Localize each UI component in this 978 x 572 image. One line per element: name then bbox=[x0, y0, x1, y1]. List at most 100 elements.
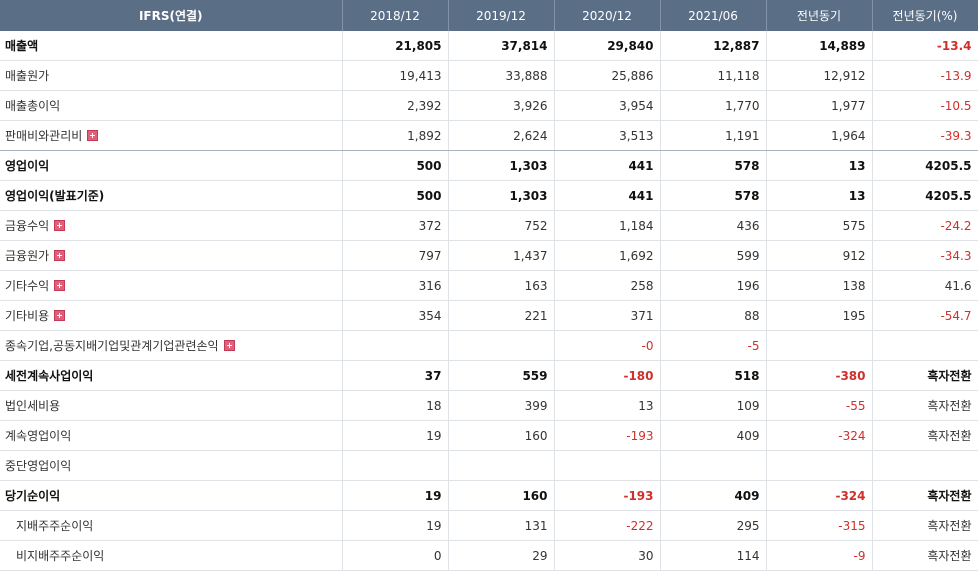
expand-plus-icon[interactable] bbox=[223, 340, 235, 351]
value-cell: 409 bbox=[660, 420, 767, 451]
row-label: 매출총이익 bbox=[5, 99, 61, 113]
value-cell: -193 bbox=[554, 480, 661, 511]
value-cell: 599 bbox=[660, 240, 767, 271]
value-cell: 575 bbox=[766, 210, 873, 241]
expand-plus-icon[interactable] bbox=[54, 280, 66, 291]
value-cell: 441 bbox=[554, 180, 661, 211]
expand-plus-icon[interactable] bbox=[54, 250, 66, 261]
value-cell: 1,892 bbox=[342, 120, 449, 151]
value-cell: -315 bbox=[766, 510, 873, 541]
value-cell: -9 bbox=[766, 540, 873, 571]
value-cell: 371 bbox=[554, 300, 661, 331]
value-cell: -24.2 bbox=[872, 210, 978, 241]
value-cell: -0 bbox=[554, 330, 661, 361]
value-cell: 912 bbox=[766, 240, 873, 271]
value-cell: 19 bbox=[342, 510, 449, 541]
value-cell: 258 bbox=[554, 270, 661, 301]
value-cell: 41.6 bbox=[872, 270, 978, 301]
value-cell: 1,964 bbox=[766, 120, 873, 151]
value-cell: 25,886 bbox=[554, 60, 661, 91]
value-cell: 12,887 bbox=[660, 31, 767, 61]
value-cell bbox=[554, 450, 661, 481]
value-cell: 1,303 bbox=[448, 180, 555, 211]
row-label: 기타수익 bbox=[5, 279, 50, 293]
value-cell: 19,413 bbox=[342, 60, 449, 91]
table-row: 법인세비용 18 399 13 109 -55 흑자전환 bbox=[0, 390, 978, 421]
value-cell: 196 bbox=[660, 270, 767, 301]
row-label-cell: 금융원가 bbox=[0, 240, 343, 271]
row-label-cell: 매출액 bbox=[0, 31, 343, 61]
row-label: 기타비용 bbox=[5, 309, 50, 323]
value-cell: 30 bbox=[554, 540, 661, 571]
row-label: 지배주주순이익 bbox=[16, 519, 94, 533]
value-cell: 372 bbox=[342, 210, 449, 241]
value-cell bbox=[766, 330, 873, 361]
expand-plus-icon[interactable] bbox=[54, 310, 66, 321]
column-header-2020: 2020/12 bbox=[554, 0, 661, 31]
value-cell: 109 bbox=[660, 390, 767, 421]
value-cell: 2,624 bbox=[448, 120, 555, 151]
expand-plus-icon[interactable] bbox=[87, 130, 99, 141]
value-cell: 4205.5 bbox=[872, 150, 978, 181]
row-label: 영업이익(발표기준) bbox=[5, 189, 105, 203]
value-cell: 흑자전환 bbox=[872, 510, 978, 541]
value-cell: 2,392 bbox=[342, 90, 449, 121]
value-cell: 1,770 bbox=[660, 90, 767, 121]
value-cell: 흑자전환 bbox=[872, 420, 978, 451]
row-label-cell: 기타수익 bbox=[0, 270, 343, 301]
value-cell: 37 bbox=[342, 360, 449, 391]
row-label-cell: 영업이익(발표기준) bbox=[0, 180, 343, 211]
value-cell: 33,888 bbox=[448, 60, 555, 91]
value-cell: 1,191 bbox=[660, 120, 767, 151]
table-row: 기타수익 316 163 258 196 138 41.6 bbox=[0, 270, 978, 301]
value-cell: -324 bbox=[766, 420, 873, 451]
value-cell: 13 bbox=[766, 150, 873, 181]
value-cell bbox=[342, 450, 449, 481]
table-row: 기타비용 354 221 371 88 195 -54.7 bbox=[0, 300, 978, 331]
value-cell: 18 bbox=[342, 390, 449, 421]
financial-statement-table: IFRS(연결) 2018/12 2019/12 2020/12 2021/06… bbox=[0, 0, 978, 571]
row-label-cell: 지배주주순이익 bbox=[0, 510, 343, 541]
row-label-cell: 금융수익 bbox=[0, 210, 343, 241]
value-cell: -324 bbox=[766, 480, 873, 511]
value-cell: 1,303 bbox=[448, 150, 555, 181]
row-label: 비지배주주순이익 bbox=[16, 549, 105, 563]
table-row: 중단영업이익 bbox=[0, 450, 978, 481]
value-cell bbox=[766, 450, 873, 481]
table-row: 영업이익 500 1,303 441 578 13 4205.5 bbox=[0, 150, 978, 181]
value-cell: 578 bbox=[660, 150, 767, 181]
value-cell: -55 bbox=[766, 390, 873, 421]
value-cell: 3,926 bbox=[448, 90, 555, 121]
row-label: 중단영업이익 bbox=[5, 459, 72, 473]
row-label: 매출원가 bbox=[5, 69, 50, 83]
value-cell: -10.5 bbox=[872, 90, 978, 121]
expand-plus-icon[interactable] bbox=[54, 220, 66, 231]
column-header-item: IFRS(연결) bbox=[0, 0, 343, 31]
table-row: 비지배주주순이익 0 29 30 114 -9 흑자전환 bbox=[0, 540, 978, 571]
value-cell bbox=[448, 330, 555, 361]
value-cell: 797 bbox=[342, 240, 449, 271]
value-cell: 160 bbox=[448, 420, 555, 451]
value-cell: 29,840 bbox=[554, 31, 661, 61]
row-label-cell: 종속기업,공동지배기업및관계기업관련손익 bbox=[0, 330, 343, 361]
row-label-cell: 계속영업이익 bbox=[0, 420, 343, 451]
table-row: 당기순이익 19 160 -193 409 -324 흑자전환 bbox=[0, 480, 978, 511]
row-label-cell: 기타비용 bbox=[0, 300, 343, 331]
row-label-cell: 법인세비용 bbox=[0, 390, 343, 421]
table-row: 매출액 21,805 37,814 29,840 12,887 14,889 -13.4 bbox=[0, 31, 978, 61]
row-label: 금융원가 bbox=[5, 249, 50, 263]
value-cell: -380 bbox=[766, 360, 873, 391]
value-cell: 138 bbox=[766, 270, 873, 301]
value-cell: 88 bbox=[660, 300, 767, 331]
value-cell: 163 bbox=[448, 270, 555, 301]
row-label-cell: 매출총이익 bbox=[0, 90, 343, 121]
table-row: 영업이익(발표기준) 500 1,303 441 578 13 4205.5 bbox=[0, 180, 978, 211]
value-cell bbox=[448, 450, 555, 481]
table-row: 지배주주순이익 19 131 -222 295 -315 흑자전환 bbox=[0, 510, 978, 541]
value-cell: 29 bbox=[448, 540, 555, 571]
value-cell: 441 bbox=[554, 150, 661, 181]
value-cell: 3,513 bbox=[554, 120, 661, 151]
value-cell: 37,814 bbox=[448, 31, 555, 61]
table-row: 계속영업이익 19 160 -193 409 -324 흑자전환 bbox=[0, 420, 978, 451]
column-header-2018: 2018/12 bbox=[342, 0, 449, 31]
